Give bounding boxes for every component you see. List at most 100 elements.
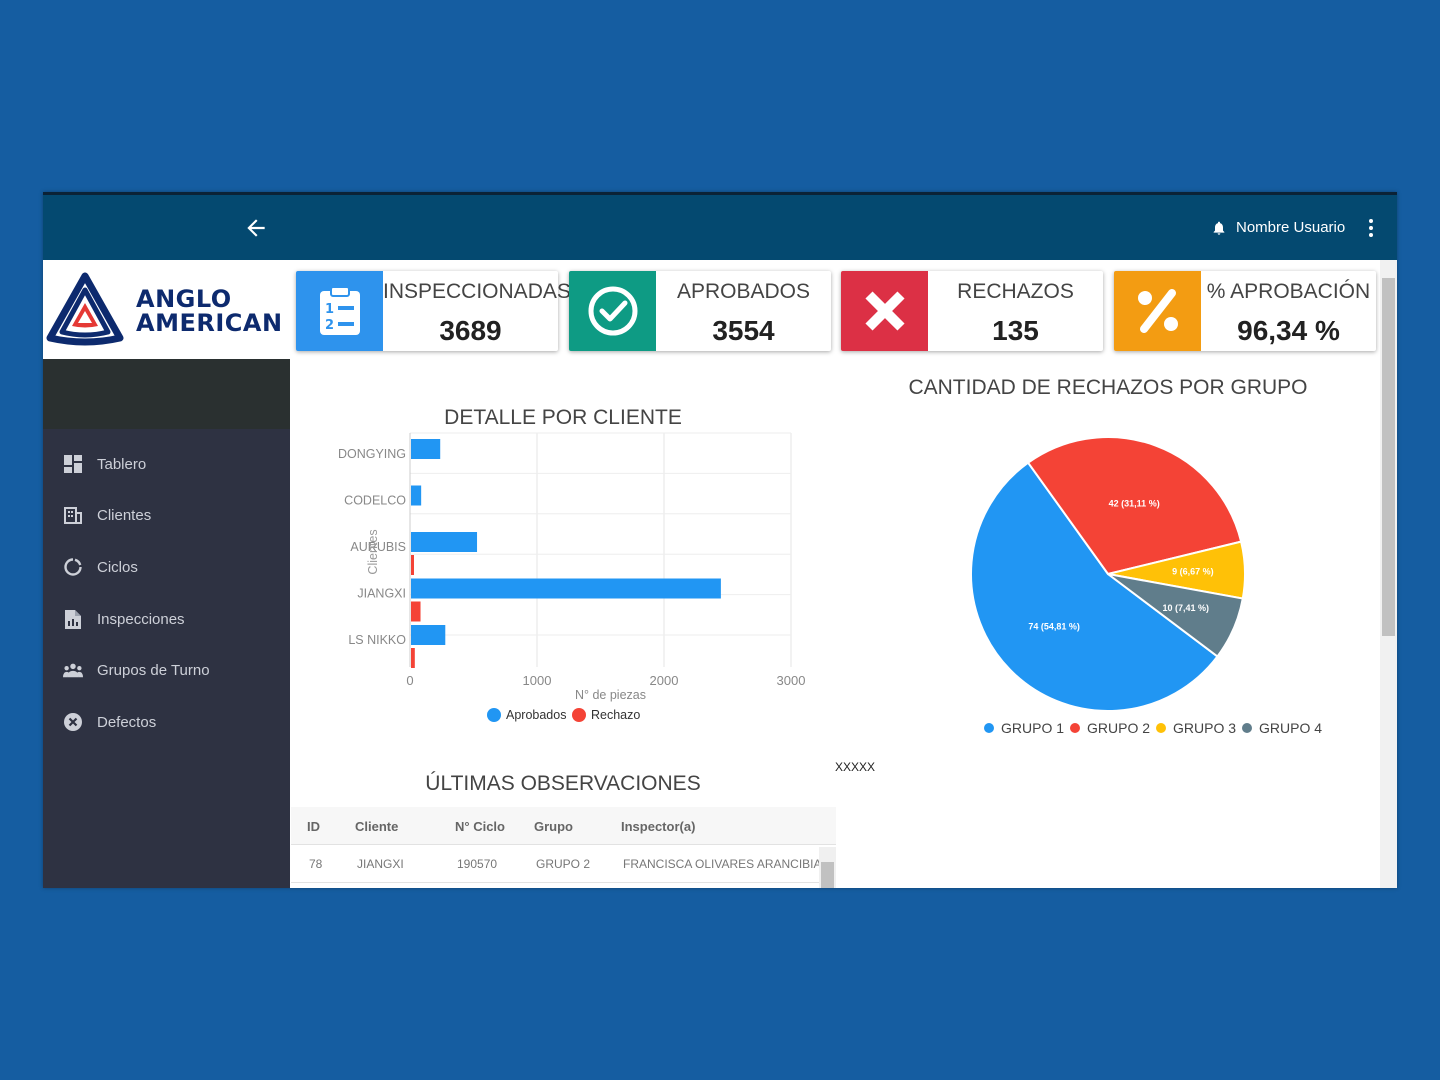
- svg-text:1: 1: [325, 302, 334, 317]
- legend-marker: [572, 708, 586, 722]
- dashboard-icon: [63, 454, 83, 474]
- kpi-value: 135: [992, 315, 1039, 346]
- kebab-icon[interactable]: [1363, 217, 1379, 239]
- sidebar-item-inspecciones[interactable]: Inspecciones: [43, 599, 290, 639]
- table-cell: 190570: [457, 857, 498, 871]
- bell-icon[interactable]: [1211, 219, 1227, 237]
- legend-label: Aprobados: [506, 708, 566, 722]
- kpi-value: 3554: [712, 315, 775, 346]
- column-header[interactable]: Cliente: [355, 819, 398, 834]
- clipboard-list-icon: 12: [296, 271, 383, 351]
- percent-icon: [1114, 271, 1201, 351]
- y-axis-label: Clientes: [366, 529, 380, 574]
- arrow-left-icon[interactable]: [243, 215, 269, 241]
- y-tick-label: DONGYING: [338, 447, 406, 461]
- logo-area[interactable]: ANGLO AMERICAN: [43, 260, 290, 359]
- sidebar-item-grupos-de-turno[interactable]: Grupos de Turno: [43, 650, 290, 690]
- logo-wordmark: ANGLO AMERICAN: [136, 285, 283, 337]
- pie-chart: 74 (54,81 %) 42 (31,11 %) 9 (6,67 %) 10 (7,…: [970, 436, 1322, 736]
- group-icon: [63, 660, 83, 680]
- table-cell: 78: [309, 857, 323, 871]
- building-icon: [63, 505, 83, 525]
- column-header[interactable]: N° Ciclo: [455, 819, 505, 834]
- table-title: ÚLTIMAS OBSERVACIONES: [425, 772, 701, 795]
- kpi-card-aprobacion: % APROBACIÓN 96,34 %: [1114, 271, 1376, 351]
- y-tick-label: JIANGXI: [357, 587, 406, 601]
- table-cell: FRANCISCA OLIVARES ARANCIBIA: [623, 857, 822, 871]
- table-cell: GRUPO 2: [536, 857, 591, 871]
- x-tick-label: 2000: [650, 673, 679, 688]
- bar-aprobados: [411, 485, 422, 506]
- bar-aprobados: [411, 625, 446, 645]
- anglo-american-logo-icon: [46, 272, 124, 346]
- legend-label: Rechazo: [591, 708, 640, 722]
- bar-rechazo: [411, 648, 415, 668]
- x-axis-label: N° de piezas: [575, 688, 646, 702]
- x-tick-label: 1000: [523, 673, 552, 688]
- bar-chart: 0 1000 2000 3000DONGYINGCODELCOAURUBISJIANG…: [338, 432, 806, 722]
- column-header[interactable]: Grupo: [534, 819, 573, 834]
- y-tick-label: CODELCO: [344, 494, 406, 508]
- sidebar-item-label: Inspecciones: [97, 610, 185, 628]
- pie-data-label: 9 (6,67 %): [1172, 567, 1214, 577]
- svg-text:2: 2: [325, 318, 334, 333]
- table-scrollbar[interactable]: [819, 847, 836, 888]
- bar-aprobados: [411, 532, 478, 552]
- sidebar-item-label: Ciclos: [97, 558, 138, 576]
- kpi-card-inspeccionadas: 12 INSPECCIONADAS 3689: [296, 271, 571, 351]
- kpi-label: INSPECCIONADAS: [383, 280, 571, 303]
- bar-rechazo: [411, 601, 421, 622]
- legend-label: GRUPO 1: [1001, 720, 1064, 736]
- pie-chart-title: CANTIDAD DE RECHAZOS POR GRUPO: [908, 376, 1308, 399]
- sidebar-item-ciclos[interactable]: Ciclos: [43, 547, 290, 587]
- document-icon: [63, 609, 83, 629]
- sidebar-item-defectos[interactable]: Defectos: [43, 702, 290, 742]
- sidebar-item-label: Grupos de Turno: [97, 661, 210, 679]
- x-tick-label: 3000: [777, 673, 806, 688]
- x-tick-label: 0: [406, 673, 413, 688]
- placeholder-text: XXXXX: [835, 760, 876, 774]
- kpi-label: APROBADOS: [676, 280, 811, 303]
- legend-marker: [1242, 723, 1252, 733]
- user-name[interactable]: Nombre Usuario: [1236, 219, 1345, 236]
- page-scrollbar[interactable]: [1380, 260, 1397, 888]
- column-header[interactable]: ID: [307, 819, 320, 834]
- pie-data-label: 42 (31,11 %): [1109, 498, 1160, 508]
- legend-marker: [1070, 723, 1080, 733]
- x-circle-icon: [63, 712, 83, 732]
- sidebar-item-label: Tablero: [97, 455, 147, 473]
- kpi-card-aprobados: APROBADOS 3554: [569, 271, 831, 351]
- scrollbar-thumb[interactable]: [821, 862, 834, 888]
- kpi-label: % APROBACIÓN: [1206, 280, 1371, 303]
- legend-marker: [487, 708, 501, 722]
- column-header[interactable]: Inspector(a): [621, 819, 695, 834]
- legend-label: GRUPO 4: [1259, 720, 1322, 736]
- legend-label: GRUPO 2: [1087, 720, 1150, 736]
- kpi-value: 3689: [439, 315, 502, 346]
- sidebar: Tablero Clientes Ciclos Inspecciones Gru…: [43, 429, 290, 888]
- kpi-label: RECHAZOS: [957, 280, 1074, 303]
- table-row[interactable]: 78 JIANGXI 190570 GRUPO 2 FRANCISCA OLIV…: [291, 845, 836, 883]
- legend-marker: [1156, 723, 1166, 733]
- top-bar: Nombre Usuario: [43, 192, 1397, 260]
- y-tick-label: LS NIKKO: [348, 633, 406, 647]
- table-cell: JIANGXI: [357, 857, 404, 871]
- observations-table: ID Cliente N° Ciclo Grupo Inspector(a) 7…: [291, 807, 836, 883]
- bar-aprobados: [411, 439, 441, 459]
- bar-rechazo: [411, 555, 414, 575]
- sidebar-item-tablero[interactable]: Tablero: [43, 444, 290, 484]
- x-icon: [841, 271, 928, 351]
- sidebar-header: [43, 359, 290, 429]
- pie-data-label: 10 (7,41 %): [1163, 603, 1210, 613]
- scrollbar-thumb[interactable]: [1382, 278, 1395, 636]
- legend-marker: [984, 723, 994, 733]
- kpi-card-rechazos: RECHAZOS 135: [841, 271, 1103, 351]
- cycle-icon: [63, 557, 83, 577]
- bar-aprobados: [411, 578, 721, 599]
- table-header-row: ID Cliente N° Ciclo Grupo Inspector(a): [291, 807, 836, 845]
- pie-data-label: 74 (54,81 %): [1028, 622, 1080, 632]
- sidebar-item-label: Defectos: [97, 713, 157, 731]
- kpi-value: 96,34 %: [1237, 315, 1340, 346]
- sidebar-item-label: Clientes: [97, 506, 152, 524]
- sidebar-item-clientes[interactable]: Clientes: [43, 495, 290, 535]
